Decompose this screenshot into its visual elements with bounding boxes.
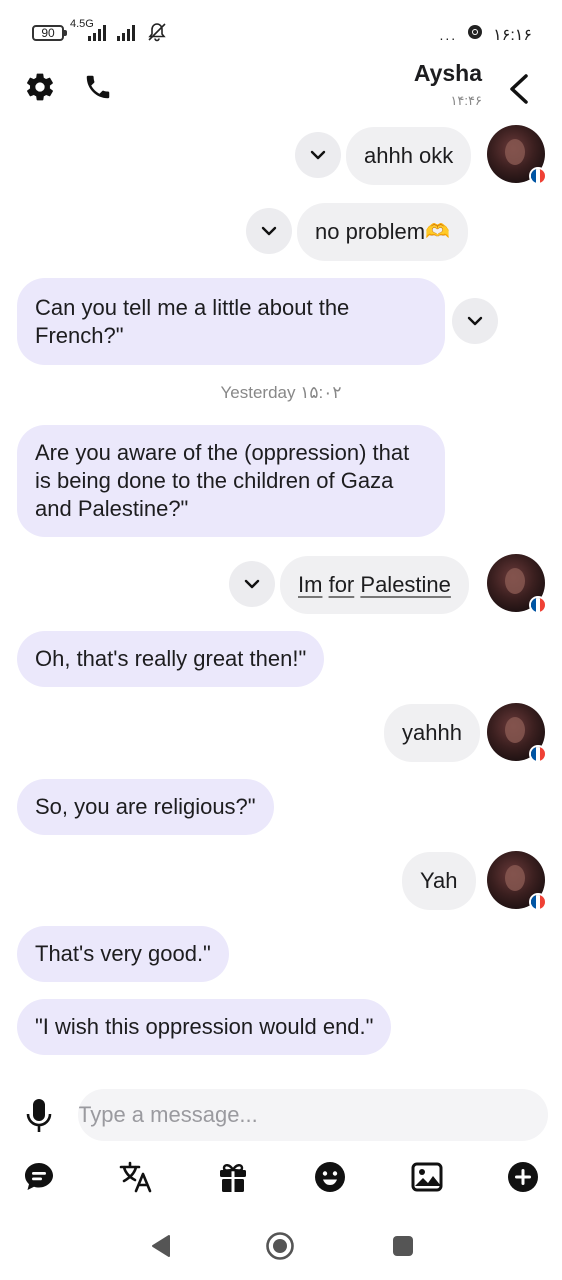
message-input[interactable] [78, 1089, 548, 1141]
incoming-message[interactable]: Can you tell me a little about the Frenc… [17, 278, 445, 365]
battery-icon: 90 [32, 25, 67, 41]
message-word: Im [298, 572, 323, 597]
message-text: That's very good." [35, 941, 211, 966]
message-options-button[interactable] [229, 561, 275, 607]
message-text: So, you are religious?" [35, 794, 256, 819]
chevron-down-icon [261, 226, 277, 236]
nav-home-icon[interactable] [265, 1231, 295, 1261]
france-flag-icon [529, 167, 547, 185]
avatar[interactable] [487, 554, 547, 614]
outgoing-message[interactable]: yahhh [384, 704, 480, 762]
message-options-button[interactable] [452, 298, 498, 344]
message-text: Yah [420, 868, 458, 893]
message-text: yahhh [402, 720, 462, 745]
message-text: ahhh okk [364, 143, 454, 168]
france-flag-icon [529, 893, 547, 911]
message-text: Are you aware of the (oppression) that i… [35, 440, 410, 521]
composer-toolbar [0, 1154, 562, 1200]
france-flag-icon [529, 596, 547, 614]
signal-icon [88, 25, 106, 41]
translate-icon[interactable] [119, 1160, 153, 1194]
last-seen: ۱۴:۴۶ [450, 93, 482, 108]
status-bar: 90 4.5G ... ۱۶:۱۶ [0, 0, 562, 52]
contact-name: Aysha [413, 60, 482, 86]
outgoing-message[interactable]: Im for Palestine [280, 556, 469, 614]
nav-recents-icon[interactable] [388, 1231, 418, 1261]
france-flag-icon [529, 745, 547, 763]
image-icon[interactable] [410, 1160, 444, 1194]
chevron-down-icon [244, 579, 260, 589]
avatar[interactable] [487, 851, 547, 911]
message-options-button[interactable] [295, 132, 341, 178]
incoming-message[interactable]: "I wish this oppression would end." [17, 999, 392, 1055]
back-chevron-icon[interactable] [506, 72, 532, 111]
heart-hands-emoji: 🫶 [425, 221, 450, 243]
chat-icon[interactable] [22, 1160, 56, 1194]
clock: ۱۶:۱۶ [493, 26, 532, 44]
signal-icon [117, 25, 135, 41]
composer [0, 1086, 562, 1146]
incoming-message[interactable]: Are you aware of the (oppression) that i… [17, 425, 445, 537]
chevron-down-icon [467, 316, 483, 326]
avatar[interactable] [487, 125, 547, 185]
battery-level: 90 [41, 26, 55, 40]
incoming-message[interactable]: Oh, that's really great then!" [17, 631, 325, 687]
chevron-down-icon [310, 150, 326, 160]
emoji-icon[interactable] [313, 1160, 347, 1194]
outgoing-message[interactable]: ahhh okk [346, 127, 472, 185]
system-nav-bar [0, 1215, 562, 1275]
message-options-button[interactable] [246, 208, 292, 254]
date-separator: Yesterday ۱۵:۰۲ [220, 383, 342, 402]
bell-muted-icon [147, 22, 167, 47]
incoming-message[interactable]: That's very good." [17, 926, 229, 982]
contact-info[interactable]: Aysha ۱۴:۴۶ [414, 60, 482, 109]
message-text: no problem [315, 219, 426, 244]
message-word: for [328, 572, 355, 597]
more-status-icon: ... [439, 26, 458, 43]
chrome-icon [467, 24, 483, 45]
gift-icon[interactable] [216, 1160, 250, 1194]
message-word: Palestine [360, 572, 451, 597]
avatar[interactable] [487, 703, 547, 763]
message-text: Can you tell me a little about the Frenc… [35, 294, 350, 348]
outgoing-message[interactable]: no problem 🫶 [297, 203, 468, 261]
message-text: Oh, that's really great then!" [35, 646, 307, 671]
phone-icon[interactable] [80, 69, 116, 105]
nav-back-icon[interactable] [145, 1231, 175, 1261]
gear-icon[interactable] [22, 69, 58, 105]
outgoing-message[interactable]: Yah [402, 852, 476, 910]
message-text: "I wish this oppression would end." [35, 1014, 374, 1039]
microphone-icon[interactable] [25, 1098, 53, 1139]
plus-icon[interactable] [506, 1160, 540, 1194]
incoming-message[interactable]: So, you are religious?" [17, 779, 274, 835]
chat-header: Aysha ۱۴:۴۶ [0, 52, 562, 122]
